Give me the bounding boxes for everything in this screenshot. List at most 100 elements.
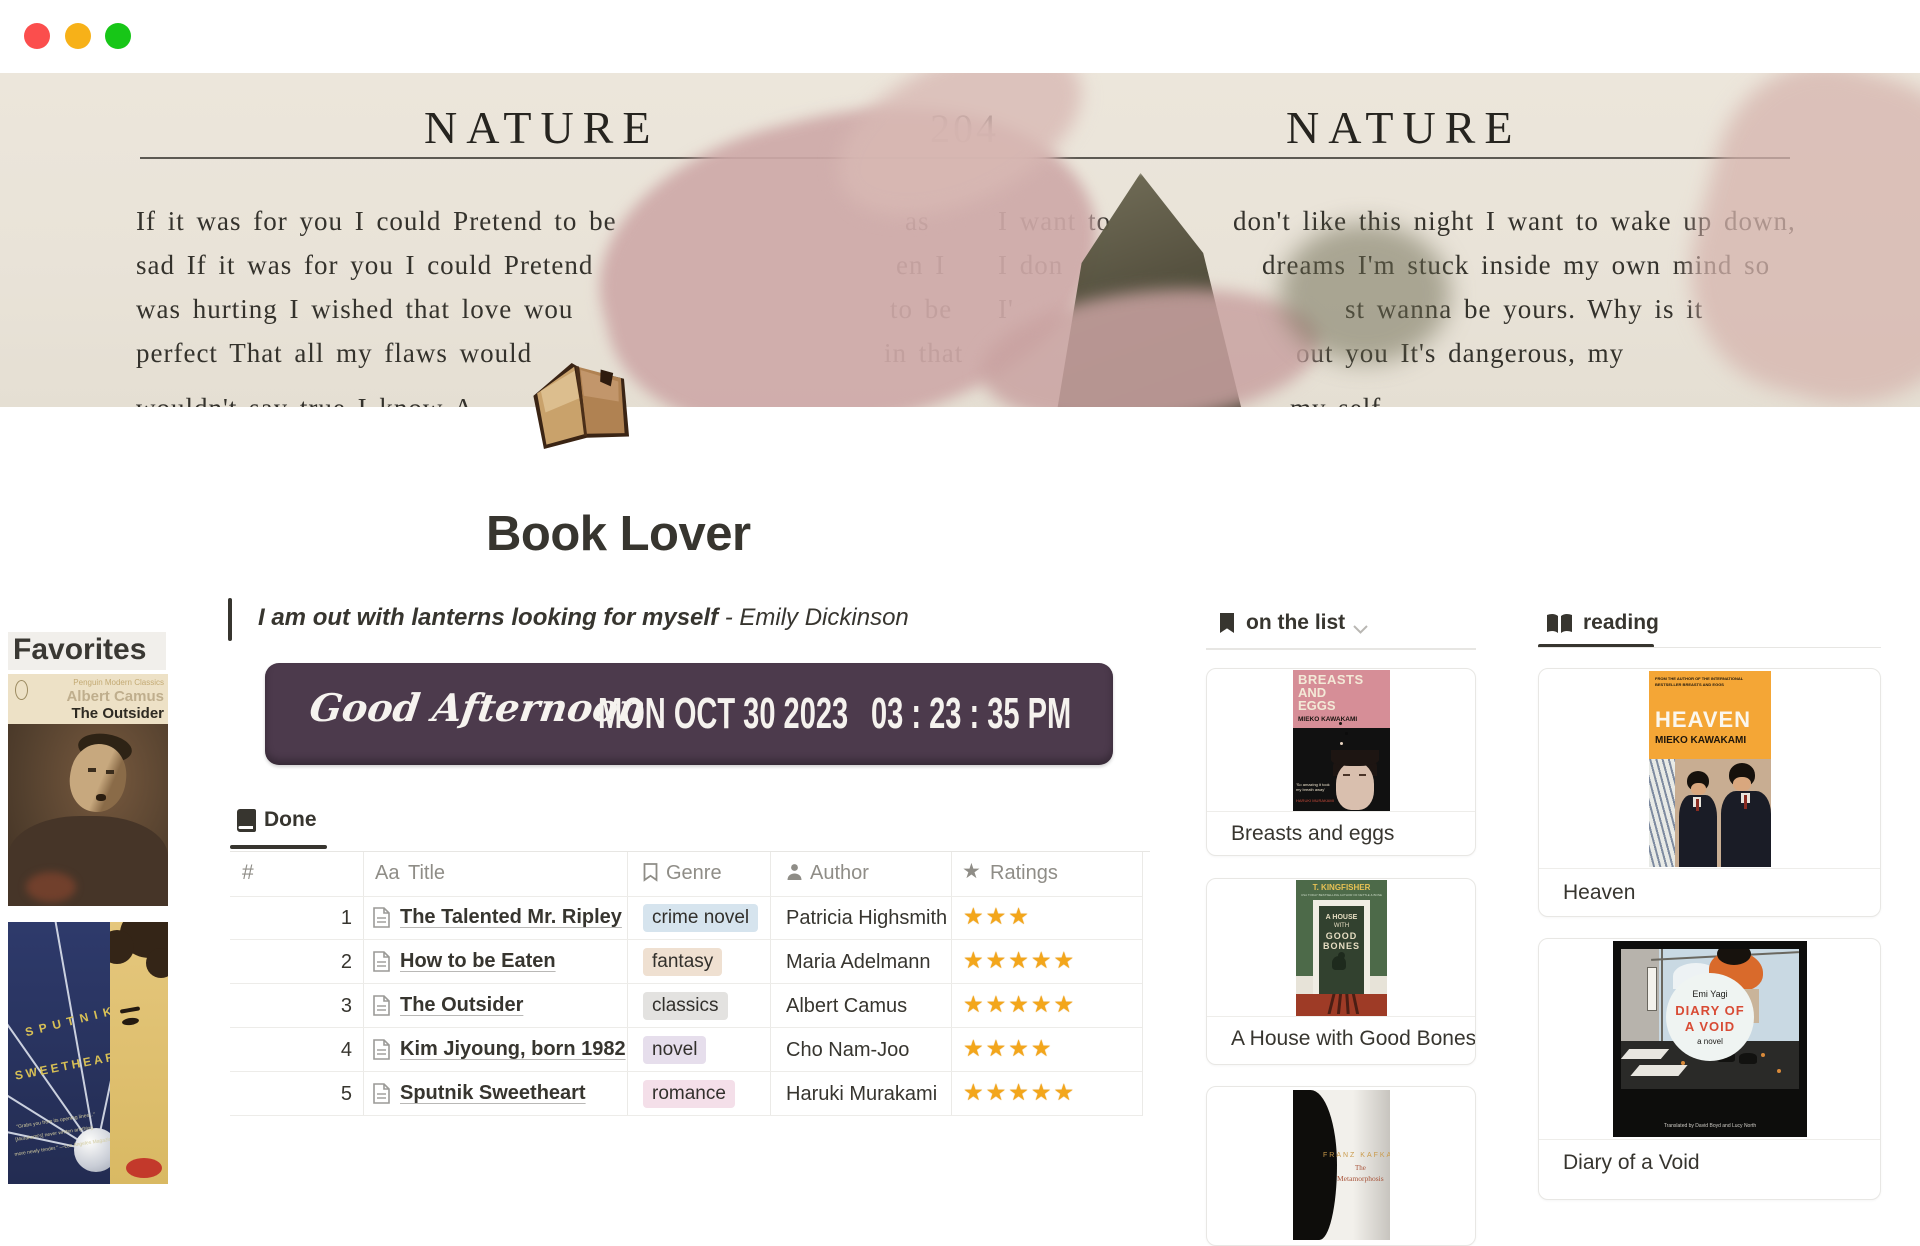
tab-done-active-underline (230, 845, 327, 849)
cover-tagline: FROM THE AUTHOR OF THE INTERNATIONAL (1655, 676, 1743, 681)
card-metamorphosis[interactable]: FRANZ KAFKA The Metamorphosis (1206, 1086, 1476, 1246)
book-title-link[interactable]: The Talented Mr. Ripley (400, 906, 622, 929)
table-row[interactable]: 4 Kim Jiyoung, born 1982 novel Cho Nam-J… (230, 1028, 1142, 1072)
table-row[interactable]: 1 The Talented Mr. Ripley crime novel Pa… (230, 896, 1142, 940)
book-cover-breasts-and-eggs: BREASTS AND EGGS MIEKO KAWAKAMI 'So amaz… (1293, 670, 1390, 811)
cover-author: Albert Camus (66, 688, 164, 705)
book-title-link[interactable]: Kim Jiyoung, born 1982 (400, 1038, 626, 1061)
quote-block[interactable]: I am out with lanterns looking for mysel… (258, 604, 909, 632)
cover-blurb: 'So amazing it took my breath away' (1296, 782, 1330, 792)
zoom-window-button[interactable] (105, 23, 131, 49)
book-cover-sputnik-sweetheart[interactable]: SPUTNIK SWEETHEART "Grabs you from its o… (8, 922, 168, 1184)
cover-painting (8, 724, 168, 906)
cover-title-line1: SPUTNIK (24, 1003, 110, 1039)
book-title-link[interactable]: Sputnik Sweetheart (400, 1082, 586, 1105)
chevron-down-icon[interactable] (1353, 621, 1368, 639)
genre-tag[interactable]: romance (643, 1080, 735, 1108)
row-number: 5 (230, 1083, 352, 1106)
page-doc-icon (373, 1083, 390, 1109)
cover-author: Emi Yagi (1666, 989, 1754, 999)
lyric-line: was hurting I wished that love wou (136, 294, 573, 325)
tab-on-the-list[interactable]: on the list (1246, 611, 1345, 635)
cover-title: HEAVEN (1655, 707, 1751, 733)
author-name: Cho Nam-Joo (786, 1039, 909, 1062)
cover-subtitle: USA TODAY BESTSELLING AUTHOR OF NETTLE &… (1296, 893, 1387, 897)
card-a-house-with-good-bones[interactable]: T. KINGFISHER USA TODAY BESTSELLING AUTH… (1206, 878, 1476, 1065)
tab-reading[interactable]: reading (1583, 611, 1659, 635)
on-the-list-underline (1206, 648, 1476, 650)
card-title[interactable]: Diary of a Void (1563, 1151, 1700, 1175)
table-header-row: # Aa Title Genre Author ★ Ratings (230, 852, 1142, 896)
card-heaven[interactable]: FROM THE AUTHOR OF THE INTERNATIONAL BES… (1538, 668, 1881, 917)
page-title[interactable]: Book Lover (486, 506, 751, 562)
cover-left-panel: SPUTNIK SWEETHEART "Grabs you from its o… (8, 922, 110, 1184)
reading-underline (1538, 647, 1881, 648)
column-header-author[interactable]: Author (810, 862, 869, 885)
page-doc-icon (373, 995, 390, 1021)
penguin-logo (15, 680, 28, 700)
minimize-window-button[interactable] (65, 23, 91, 49)
card-title[interactable]: Breasts and eggs (1231, 822, 1394, 846)
column-header-number[interactable]: # (242, 861, 254, 885)
book-cover-diary-of-a-void: Emi Yagi DIARY OF A VOID a novel Transla… (1613, 941, 1807, 1137)
page-doc-icon (373, 951, 390, 977)
lyric-line-clipped: my self (1290, 393, 1381, 407)
tab-done[interactable]: Done (264, 808, 317, 832)
clock-time: 03 : 23 : 35 PM (871, 689, 1071, 739)
page-icon-open-book[interactable] (526, 346, 638, 450)
quote-author: - Emily Dickinson (718, 604, 909, 631)
author-name: Patricia Highsmith (786, 907, 947, 930)
lyric-line: sad If it was for you I could Pretend (136, 250, 593, 281)
cover-author: T. KINGFISHER (1296, 883, 1387, 892)
genre-tag[interactable]: classics (643, 992, 728, 1020)
table-row[interactable]: 5 Sputnik Sweetheart romance Haruki Mura… (230, 1072, 1142, 1116)
cover-title-circle: Emi Yagi DIARY OF A VOID a novel (1666, 973, 1754, 1061)
cover-author: FRANZ KAFKA (1323, 1152, 1390, 1159)
genre-tag[interactable]: novel (643, 1036, 706, 1064)
card-breasts-and-eggs[interactable]: BREASTS AND EGGS MIEKO KAWAKAMI 'So amaz… (1206, 668, 1476, 856)
book-cover-the-outsider[interactable]: Penguin Modern Classics Albert Camus The… (8, 674, 168, 906)
row-number: 4 (230, 1039, 352, 1062)
book-cover-heaven: FROM THE AUTHOR OF THE INTERNATIONAL BES… (1649, 671, 1771, 867)
book-cover-metamorphosis: FRANZ KAFKA The Metamorphosis (1293, 1090, 1390, 1240)
clock-widget[interactable]: Good Afternoon MON OCT 30 2023 03 : 23 :… (265, 663, 1113, 765)
person-icon (786, 863, 803, 886)
cover-title: The Outsider (71, 705, 164, 722)
cover-banner-image[interactable]: NATURE 204 NATURE If it was for you I co… (0, 73, 1920, 407)
column-header-genre[interactable]: Genre (666, 862, 722, 885)
column-header-title[interactable]: Title (408, 862, 445, 885)
table-row[interactable]: 3 The Outsider classics Albert Camus ★★★… (230, 984, 1142, 1028)
genre-tag[interactable]: crime novel (643, 904, 758, 932)
aa-icon: Aa (375, 862, 399, 885)
rating-stars: ★★★ (963, 903, 1031, 930)
row-number: 1 (230, 907, 352, 930)
card-title[interactable]: Heaven (1563, 881, 1635, 905)
close-window-button[interactable] (24, 23, 50, 49)
author-name: Haruki Murakami (786, 1083, 937, 1106)
table-row[interactable]: 2 How to be Eaten fantasy Maria Adelmann… (230, 940, 1142, 984)
card-diary-of-a-void[interactable]: Emi Yagi DIARY OF A VOID a novel Transla… (1538, 938, 1881, 1200)
bookmark-filled-icon (1219, 613, 1235, 639)
card-title[interactable]: A House with Good Bones (1231, 1027, 1476, 1051)
quote-text: I am out with lanterns looking for mysel… (258, 604, 718, 631)
favorites-heading: Favorites (8, 632, 166, 670)
cover-publisher: Penguin Modern Classics (73, 678, 164, 687)
row-number: 3 (230, 995, 352, 1018)
clock-date: MON OCT 30 2023 (598, 689, 848, 739)
rating-stars: ★★★★ (963, 1035, 1053, 1062)
banner-header-left: NATURE (424, 101, 659, 154)
book-icon (237, 809, 256, 837)
column-header-ratings[interactable]: Ratings (990, 862, 1058, 885)
cover-subtitle: a novel (1666, 1037, 1754, 1046)
lyric-line-clipped: wouldn't say true I know A (136, 393, 474, 407)
cover-title: The (1355, 1164, 1366, 1172)
genre-tag[interactable]: fantasy (643, 948, 722, 976)
book-title-link[interactable]: The Outsider (400, 994, 523, 1017)
sputnik-satellite (74, 1128, 110, 1172)
cover-title: DIARY OF (1666, 1003, 1754, 1018)
book-cover-house-good-bones: T. KINGFISHER USA TODAY BESTSELLING AUTH… (1296, 880, 1387, 1016)
watercolor-blob-pink (1662, 73, 1920, 407)
row-number: 2 (230, 951, 352, 974)
row-divider (230, 1115, 1142, 1116)
book-title-link[interactable]: How to be Eaten (400, 950, 556, 973)
